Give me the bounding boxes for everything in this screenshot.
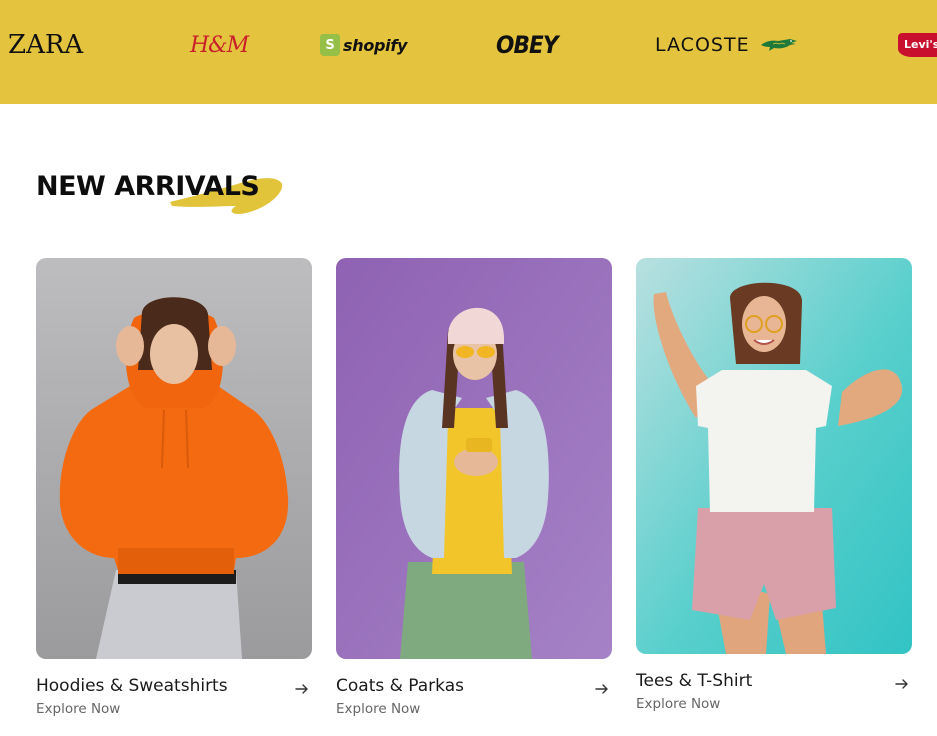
card-footer: Tees & T-Shirt Explore Now (636, 670, 912, 720)
brand-strip: ZARA H&M S shopify OBEY LACOSTE Levi's (0, 0, 937, 104)
category-image-hoodies (36, 258, 312, 659)
brand-logo-lacoste[interactable]: LACOSTE (655, 0, 798, 90)
category-card-tees[interactable]: Tees & T-Shirt Explore Now (636, 258, 912, 720)
card-title[interactable]: Coats & Parkas (336, 675, 612, 697)
explore-now-link[interactable]: Explore Now (636, 694, 912, 714)
arrow-right-icon[interactable] (294, 681, 310, 697)
arrow-right-icon[interactable] (894, 676, 910, 692)
section-heading: NEW ARRIVALS (36, 170, 296, 220)
card-footer: Coats & Parkas Explore Now (336, 675, 612, 725)
brand-logo-shopify[interactable]: S shopify (320, 0, 407, 90)
brand-logo-hm[interactable]: H&M (190, 0, 249, 90)
brand-logo-zara[interactable]: ZARA (8, 0, 83, 90)
card-footer: Hoodies & Sweatshirts Explore Now (36, 675, 312, 725)
section-title: NEW ARRIVALS (36, 171, 260, 202)
explore-now-link[interactable]: Explore Now (36, 699, 312, 719)
lacoste-wordmark: LACOSTE (655, 34, 750, 56)
brand-logo-obey[interactable]: OBEY (496, 0, 559, 90)
category-image-tees (636, 258, 912, 654)
category-card-coats[interactable]: Coats & Parkas Explore Now (336, 258, 612, 725)
brand-logo-levis[interactable]: Levi's (898, 0, 937, 90)
shopify-wordmark: shopify (343, 35, 408, 55)
shopify-bag-icon: S (320, 34, 340, 56)
levis-batwing-tag: Levi's (898, 33, 937, 57)
crocodile-icon (760, 39, 797, 51)
card-title[interactable]: Hoodies & Sweatshirts (36, 675, 312, 697)
explore-now-link[interactable]: Explore Now (336, 699, 612, 719)
category-image-coats (336, 258, 612, 659)
card-title[interactable]: Tees & T-Shirt (636, 670, 912, 692)
category-card-hoodies[interactable]: Hoodies & Sweatshirts Explore Now (36, 258, 312, 725)
arrow-right-icon[interactable] (594, 681, 610, 697)
